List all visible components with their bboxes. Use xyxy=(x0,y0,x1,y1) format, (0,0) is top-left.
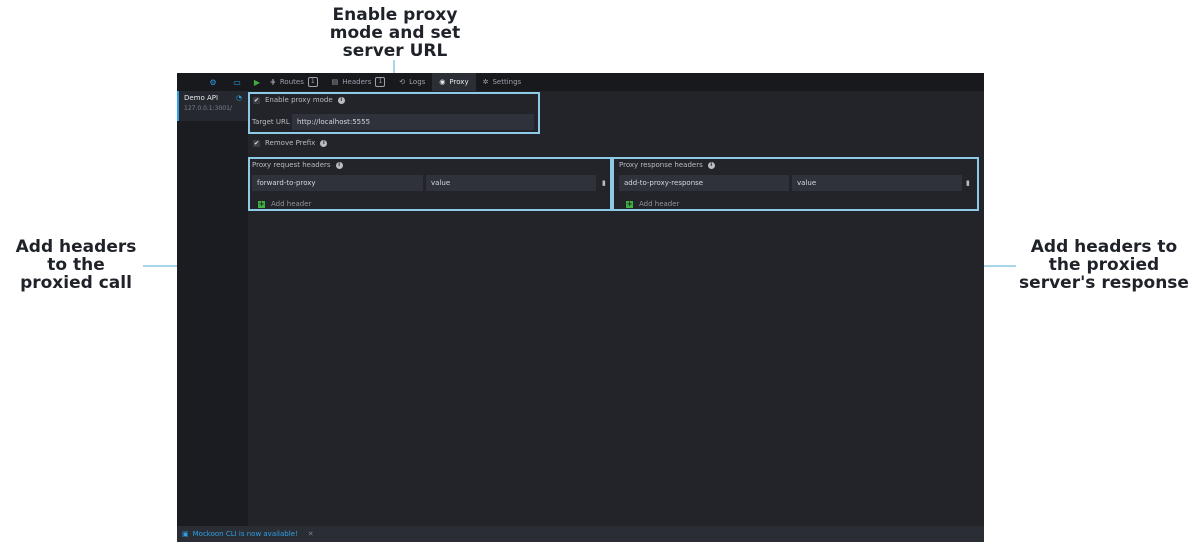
enable-proxy-label: Enable proxy mode xyxy=(265,96,333,104)
remove-prefix-row: ✔ Remove Prefix i xyxy=(253,139,328,147)
logs-icon: ⟲ xyxy=(399,78,406,86)
request-header-value-input[interactable]: value xyxy=(426,175,596,191)
footer-message[interactable]: Mockoon CLI is now available! xyxy=(193,530,298,538)
environments-sidebar: Demo API 127.0.0.1:3001/ ◔ xyxy=(177,91,248,526)
enable-proxy-checkbox[interactable]: ✔ xyxy=(253,96,260,104)
routes-icon: ⋕ xyxy=(270,78,276,86)
request-header-key-input[interactable]: forward-to-proxy xyxy=(252,175,423,191)
chat-icon: ▣ xyxy=(182,530,189,538)
response-headers-title: Proxy response headers xyxy=(619,161,703,169)
response-header-value-input[interactable]: value xyxy=(792,175,962,191)
target-url-label: Target URL xyxy=(252,118,290,126)
routes-count-badge: 1 xyxy=(307,77,318,87)
response-headers-title-row: Proxy response headers i xyxy=(619,161,715,169)
add-response-header-button[interactable]: + Add header xyxy=(626,200,679,208)
close-icon[interactable]: ✕ xyxy=(308,530,314,538)
environment-running-icon: ◔ xyxy=(235,94,242,102)
annotation-request-headers: Add headers to the proxied call xyxy=(15,237,137,293)
tab-logs-label: Logs xyxy=(409,78,426,86)
headers-count-badge: 1 xyxy=(375,77,386,87)
folder-icon[interactable]: ▭ xyxy=(231,73,243,91)
tab-proxy[interactable]: ◉ Proxy xyxy=(432,73,476,91)
delete-icon[interactable]: ▮ xyxy=(602,179,606,187)
environment-item[interactable]: Demo API 127.0.0.1:3001/ ◔ xyxy=(177,91,248,121)
target-url-input[interactable]: http://localhost:5555 xyxy=(292,114,534,130)
environment-name: Demo API xyxy=(184,94,219,102)
plus-icon: + xyxy=(258,199,265,208)
info-icon: i xyxy=(335,161,343,169)
app-window: ⚙ ▭ ▶ ⋕ Routes 1 ▤ Headers 1 ⟲ Logs ◉ Pr… xyxy=(177,73,984,542)
tab-settings[interactable]: ✲ Settings xyxy=(476,73,529,91)
add-request-header-button[interactable]: + Add header xyxy=(258,200,311,208)
proxy-settings-panel: ✔ Enable proxy mode i Target URL http://… xyxy=(248,91,984,526)
tab-routes-label: Routes xyxy=(279,78,304,86)
remove-prefix-checkbox[interactable]: ✔ xyxy=(253,139,260,147)
info-icon: i xyxy=(320,139,328,147)
gear-icon: ✲ xyxy=(482,78,489,86)
annotation-proxy-mode: Enable proxy mode and set server URL xyxy=(329,5,461,61)
environments-icon[interactable]: ⚙ xyxy=(207,73,219,91)
play-icon[interactable]: ▶ xyxy=(251,73,263,91)
request-headers-title: Proxy request headers xyxy=(252,161,331,169)
add-header-label: Add header xyxy=(639,200,680,208)
response-header-key-input[interactable]: add-to-proxy-response xyxy=(619,175,789,191)
tab-routes[interactable]: ⋕ Routes 1 xyxy=(263,73,325,91)
tab-headers[interactable]: ▤ Headers 1 xyxy=(325,73,393,91)
top-toolbar: ⚙ ▭ ▶ ⋕ Routes 1 ▤ Headers 1 ⟲ Logs ◉ Pr… xyxy=(177,73,984,91)
remove-prefix-label: Remove Prefix xyxy=(265,139,316,147)
info-icon: i xyxy=(707,161,715,169)
annotation-response-headers: Add headers to the proxied server's resp… xyxy=(1019,237,1189,293)
globe-icon: ◉ xyxy=(439,78,446,86)
request-headers-title-row: Proxy request headers i xyxy=(252,161,343,169)
info-icon: i xyxy=(337,96,345,104)
environment-address: 127.0.0.1:3001/ xyxy=(184,105,232,112)
tab-logs[interactable]: ⟲ Logs xyxy=(392,73,432,91)
status-footer: ▣ Mockoon CLI is now available! ✕ xyxy=(177,526,984,542)
plus-icon: + xyxy=(626,199,633,208)
delete-icon[interactable]: ▮ xyxy=(966,179,970,187)
tab-headers-label: Headers xyxy=(342,78,372,86)
enable-proxy-row: ✔ Enable proxy mode i xyxy=(253,96,345,104)
tab-settings-label: Settings xyxy=(492,78,522,86)
headers-icon: ▤ xyxy=(331,78,339,86)
add-header-label: Add header xyxy=(271,200,312,208)
tab-proxy-label: Proxy xyxy=(449,78,469,86)
